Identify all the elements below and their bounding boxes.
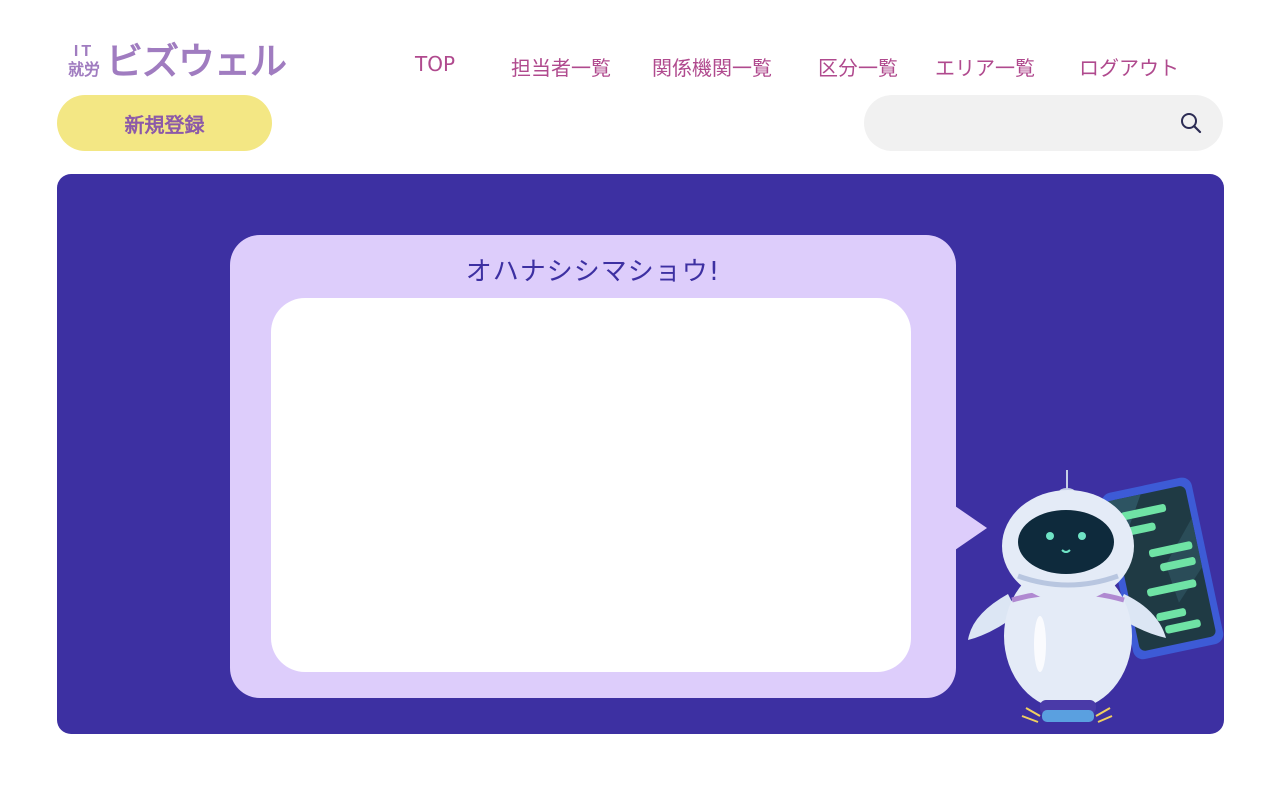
nav-item-area-list[interactable]: エリア一覧 xyxy=(935,52,1035,81)
search-box[interactable] xyxy=(864,95,1223,151)
search-icon[interactable] xyxy=(1179,111,1203,135)
search-input[interactable] xyxy=(888,95,1178,151)
nav-item-staff-list[interactable]: 担当者一覧 xyxy=(511,52,611,81)
speech-bubble: オハナシシマショウ! xyxy=(230,235,956,698)
main-nav: TOP 担当者一覧 関係機関一覧 区分一覧 エリア一覧 ログアウト xyxy=(0,52,1280,82)
nav-item-top[interactable]: TOP xyxy=(415,52,455,76)
robot-illustration-icon xyxy=(968,470,1224,723)
register-button[interactable]: 新規登録 xyxy=(57,95,272,151)
chat-title: オハナシシマショウ! xyxy=(465,257,721,287)
nav-item-logout[interactable]: ログアウト xyxy=(1079,52,1179,81)
nav-item-agency-list[interactable]: 関係機関一覧 xyxy=(652,52,772,81)
nav-item-category-list[interactable]: 区分一覧 xyxy=(818,52,898,81)
chat-panel: オハナシシマショウ! xyxy=(57,174,1224,734)
chat-message-area[interactable] xyxy=(271,298,911,672)
